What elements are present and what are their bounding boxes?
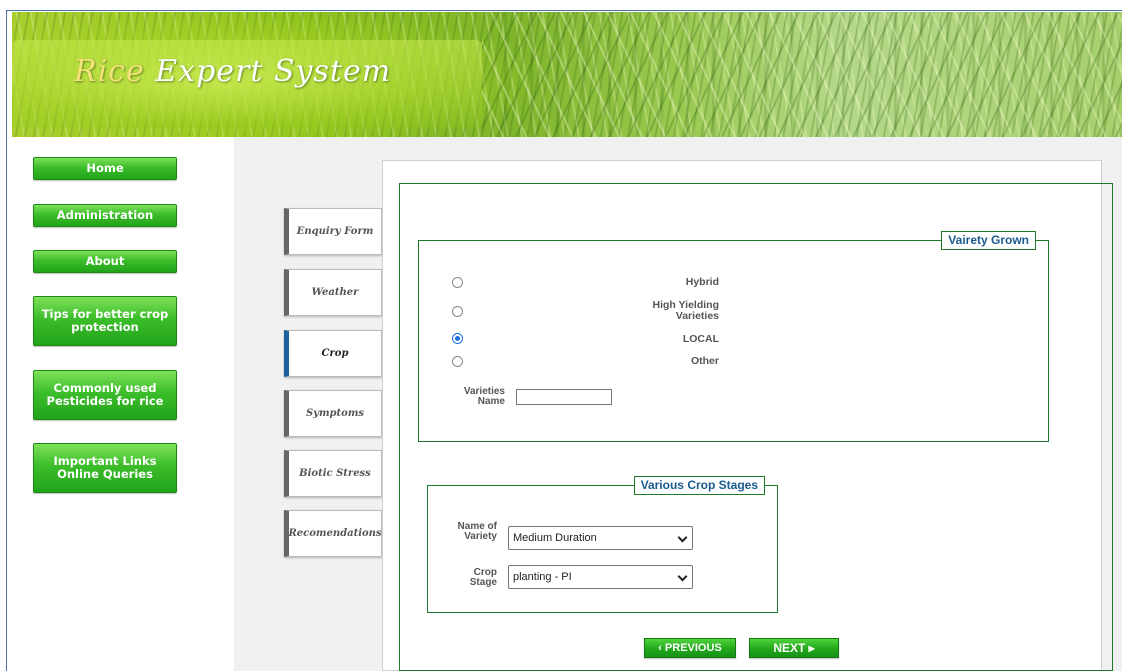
radio-local[interactable] [452,333,463,344]
previous-button[interactable]: ‹ PREVIOUS [644,638,736,658]
radio-hybrid[interactable] [452,277,463,288]
chevron-down-icon [677,571,688,582]
tab-weather[interactable]: Weather [284,269,382,316]
radio-high-yielding-label: High Yielding Varieties [652,299,719,322]
radio-local-label: LOCAL [682,333,719,345]
chevron-down-icon [677,532,688,543]
tab-recomendations[interactable]: Recomendations [284,510,382,557]
varieties-name-input[interactable] [516,389,612,405]
crop-stage-value: planting - PI [513,571,572,583]
frame-left-line [6,10,7,671]
radio-other[interactable] [452,356,463,367]
name-of-variety-select[interactable]: Medium Duration [508,526,693,550]
crop-stages-legend: Various Crop Stages [633,476,765,495]
site-title-rest: Expert System [144,54,392,89]
name-of-variety-label: Name of Variety [457,521,497,542]
site-title: Rice Expert System [74,54,391,89]
radio-high-yielding[interactable] [452,306,463,317]
tab-enquiry-form[interactable]: Enquiry Form [284,208,382,255]
rice-field-image [482,12,1122,137]
crop-stage-select[interactable]: planting - PI [508,565,693,589]
variety-grown-legend: Vairety Grown [941,231,1036,250]
nav-tips-crop-protection-button[interactable]: Tips for better crop protection [33,296,177,346]
header-banner: Rice Expert System [12,12,1122,137]
radio-other-label: Other [690,355,719,367]
nav-home-button[interactable]: Home [33,157,177,180]
nav-pesticides-button[interactable]: Commonly used Pesticides for rice [33,370,177,420]
varieties-name-label: Varieties Name [463,386,505,407]
variety-grown-fieldset: Vairety Grown [418,231,1049,442]
tab-crop[interactable]: Crop [284,330,382,377]
nav-about-button[interactable]: About [33,250,177,273]
tab-symptoms[interactable]: Symptoms [284,390,382,437]
nav-administration-button[interactable]: Administration [33,204,177,227]
next-button[interactable]: NEXT ▸ [749,638,839,658]
name-of-variety-value: Medium Duration [513,532,597,544]
radio-hybrid-label: Hybrid [685,276,719,288]
tab-biotic-stress[interactable]: Biotic Stress [284,450,382,497]
site-title-first-word: Rice [74,54,145,89]
frame-top-line [6,10,1122,11]
crop-stage-label: Crop Stage [469,567,497,588]
page: Rice Expert System Home Administration A… [0,0,1122,671]
nav-important-links-button[interactable]: Important Links Online Queries [33,443,177,493]
